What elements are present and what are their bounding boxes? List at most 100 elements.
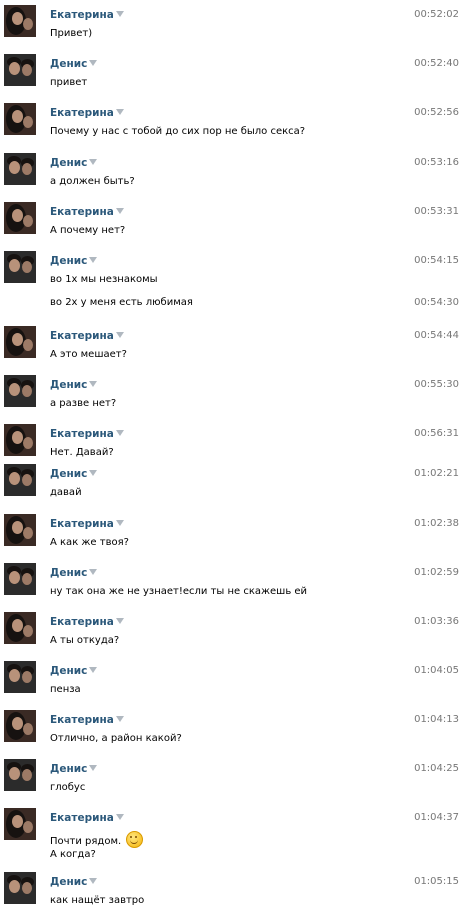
message: Денис 01:05:15 как нащёт завтро [0,867,468,915]
message: Денис 00:55:30 а разве нет? [0,370,468,418]
message-text: во 2х у меня есть любимая [50,297,193,308]
message-text: Нет. Давай? [50,447,114,458]
author-name[interactable]: Денис [50,468,98,480]
chevron-down-icon[interactable] [115,716,124,722]
chevron-down-icon[interactable] [89,765,98,771]
chevron-down-icon[interactable] [115,520,124,526]
message-text: А как же твоя? [50,537,129,548]
avatar[interactable] [4,103,36,135]
smile-icon [126,831,144,848]
message: Денис 01:02:59 ну так она же не узнает!е… [0,558,468,606]
message-time: 00:55:30 [414,379,459,390]
avatar[interactable] [4,375,36,407]
message-text: А почему нет? [50,225,126,236]
message-text: Отлично, а район какой? [50,733,182,744]
chevron-down-icon[interactable] [115,814,124,820]
message-text-line2: А когда? [50,849,96,860]
message-time: 00:53:31 [414,206,459,217]
chevron-down-icon[interactable] [89,470,98,476]
message-time: 00:54:44 [414,330,459,341]
avatar[interactable] [4,759,36,791]
chevron-down-icon[interactable] [115,332,124,338]
chevron-down-icon[interactable] [115,11,124,17]
avatar[interactable] [4,251,36,283]
avatar[interactable] [4,326,36,358]
author-name[interactable]: Екатерина [50,428,124,440]
author-name[interactable]: Екатерина [50,330,124,342]
message: Екатерина 00:53:31 А почему нет? [0,197,468,245]
author-name[interactable]: Денис [50,567,98,579]
message-time: 00:52:40 [414,58,459,69]
message: Денис 01:02:21 давай [0,459,468,507]
message: Екатерина 00:52:56 Почему у нас с тобой … [0,98,468,146]
message-time: 00:52:56 [414,107,459,118]
avatar[interactable] [4,202,36,234]
message-text: во 1х мы незнакомы [50,274,158,285]
message-time: 00:53:16 [414,157,459,168]
author-name[interactable]: Денис [50,58,98,70]
author-name[interactable]: Екатерина [50,206,124,218]
chevron-down-icon[interactable] [115,618,124,624]
message: Денис 01:04:05 пенза [0,656,468,704]
message: Денис 00:53:16 а должен быть? [0,148,468,196]
author-name[interactable]: Екатерина [50,518,124,530]
message-time: 01:02:38 [414,518,459,529]
author-name[interactable]: Екатерина [50,107,124,119]
avatar[interactable] [4,424,36,456]
chevron-down-icon[interactable] [89,60,98,66]
message: Екатерина 00:56:31 Нет. Давай? [0,419,468,459]
message-time: 01:02:59 [414,567,459,578]
chevron-down-icon[interactable] [115,208,124,214]
avatar[interactable] [4,808,36,840]
author-name[interactable]: Денис [50,255,98,267]
message: Екатерина 01:04:13 Отлично, а район како… [0,705,468,753]
message: Екатерина 00:54:44 А это мешает? [0,321,468,369]
message-time: 01:04:25 [414,763,459,774]
avatar[interactable] [4,563,36,595]
author-name[interactable]: Денис [50,379,98,391]
author-name[interactable]: Денис [50,665,98,677]
message: Екатерина 01:04:37 Почти рядом. А когда? [0,803,468,867]
chevron-down-icon[interactable] [89,878,98,884]
author-name[interactable]: Екатерина [50,714,124,726]
chevron-down-icon[interactable] [89,569,98,575]
message-text: Привет) [50,28,93,39]
avatar[interactable] [4,54,36,86]
message-time: 00:54:15 [414,255,459,266]
chevron-down-icon[interactable] [115,430,124,436]
message-text: глобус [50,782,86,793]
message-continuation: 00:54:30 во 2х у меня есть любимая [0,290,468,314]
message-time: 00:54:30 [414,297,459,308]
message-time: 01:04:05 [414,665,459,676]
message-time: 00:56:31 [414,428,459,439]
message-time: 01:05:15 [414,876,459,887]
message-text: Почему у нас с тобой до сих пор не было … [50,126,306,137]
author-name[interactable]: Денис [50,157,98,169]
message-text: привет [50,77,88,88]
avatar[interactable] [4,872,36,904]
avatar[interactable] [4,153,36,185]
author-name[interactable]: Екатерина [50,9,124,21]
avatar[interactable] [4,612,36,644]
avatar[interactable] [4,464,36,496]
message-time: 00:52:02 [414,9,459,20]
avatar[interactable] [4,5,36,37]
chevron-down-icon[interactable] [89,159,98,165]
chevron-down-icon[interactable] [89,667,98,673]
message-history: Екатерина 00:52:02 Привет) Денис 00:52:4… [0,0,468,916]
message-text: а должен быть? [50,176,135,187]
chevron-down-icon[interactable] [115,109,124,115]
author-name[interactable]: Екатерина [50,812,124,824]
author-name[interactable]: Денис [50,763,98,775]
avatar[interactable] [4,710,36,742]
avatar[interactable] [4,514,36,546]
message: Денис 00:54:15 во 1х мы незнакомы [0,246,468,294]
chevron-down-icon[interactable] [89,257,98,263]
chevron-down-icon[interactable] [89,381,98,387]
author-name[interactable]: Денис [50,876,98,888]
author-name[interactable]: Екатерина [50,616,124,628]
message-time: 01:02:21 [414,468,459,479]
avatar[interactable] [4,661,36,693]
message: Екатерина 01:02:38 А как же твоя? [0,509,468,557]
message-text: как нащёт завтро [50,895,145,906]
